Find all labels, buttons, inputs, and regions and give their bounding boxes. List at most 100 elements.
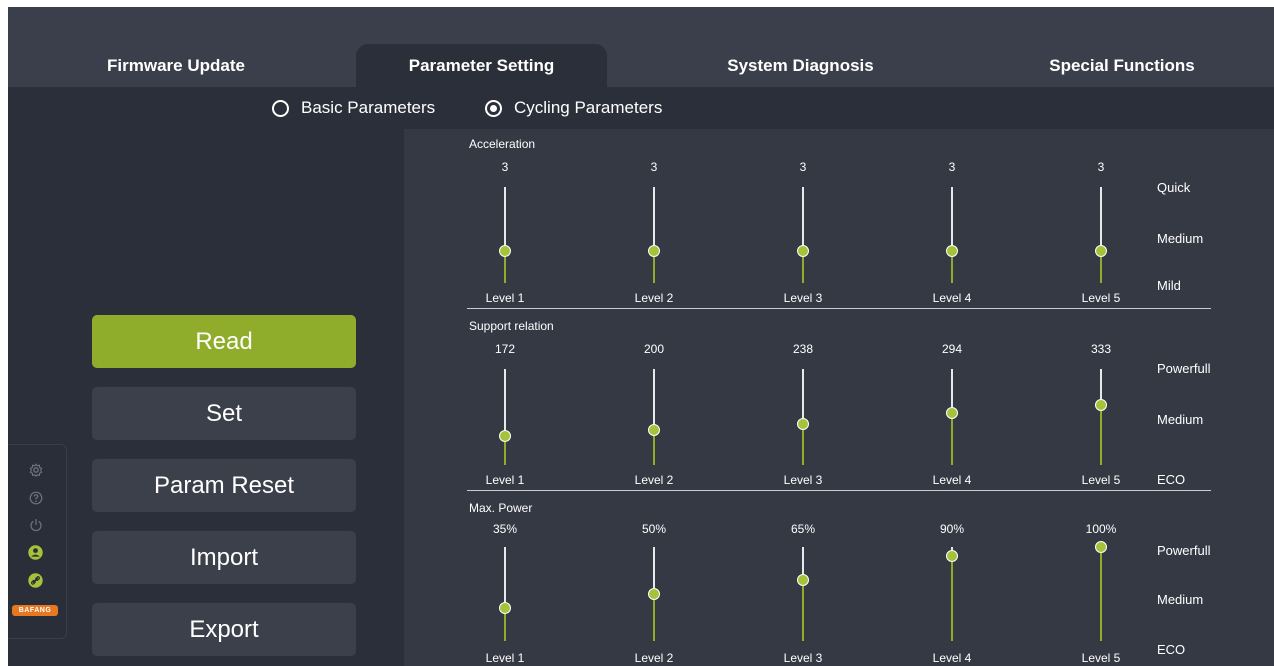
scale-label: Medium xyxy=(1157,412,1204,427)
section-title: Support relation xyxy=(469,319,554,333)
radio-unchecked-icon xyxy=(272,99,289,117)
logo-tagline xyxy=(14,619,58,623)
section-divider xyxy=(467,308,1211,309)
slider-value: 3 xyxy=(948,160,956,174)
bafang-logo: BAFANG xyxy=(12,605,58,616)
export-button[interactable]: Export xyxy=(92,603,356,656)
slider-value: 3 xyxy=(799,160,807,174)
slider-track[interactable] xyxy=(504,369,506,437)
read-button[interactable]: Read xyxy=(92,315,356,368)
mini-sidebar: BAFANG xyxy=(8,444,67,639)
slider-level-label: Level 2 xyxy=(634,651,674,665)
slider-value: 50% xyxy=(641,522,667,536)
scale-label: ECO xyxy=(1157,642,1186,657)
slider-level-label: Level 1 xyxy=(485,473,525,487)
tab-special-functions[interactable]: Special Functions xyxy=(970,44,1274,87)
slider-thumb[interactable] xyxy=(1095,399,1107,412)
slider-track[interactable] xyxy=(504,187,506,252)
slider-thumb[interactable] xyxy=(648,588,660,600)
user-icon[interactable] xyxy=(27,544,44,561)
slider-thumb[interactable] xyxy=(499,602,511,615)
slider-level-label: Level 1 xyxy=(485,291,525,305)
slider-thumb[interactable] xyxy=(946,245,958,258)
scale-label: Powerfull xyxy=(1157,543,1211,558)
set-button[interactable]: Set xyxy=(92,387,356,440)
scale-label: Medium xyxy=(1157,231,1204,246)
section-title: Acceleration xyxy=(469,137,536,151)
slider-level-label: Level 5 xyxy=(1081,291,1121,305)
slider-level-label: Level 3 xyxy=(783,651,823,665)
slider-value: 90% xyxy=(939,522,965,536)
slider-thumb[interactable] xyxy=(648,424,660,437)
slider-fill xyxy=(951,556,953,641)
slider-track[interactable] xyxy=(653,187,655,252)
slider-level-label: Level 2 xyxy=(634,291,674,305)
slider-level-label: Level 3 xyxy=(783,291,823,305)
radio-basic-parameters[interactable]: Basic Parameters xyxy=(272,87,435,129)
slider-thumb[interactable] xyxy=(1095,245,1107,258)
slider-value: 3 xyxy=(1097,160,1105,174)
slider-level-label: Level 5 xyxy=(1081,473,1121,487)
tab-firmware-update[interactable]: Firmware Update xyxy=(8,44,344,87)
param-reset-button[interactable]: Param Reset xyxy=(92,459,356,512)
slider-track[interactable] xyxy=(504,547,506,609)
slider-thumb[interactable] xyxy=(797,573,809,586)
slider-fill xyxy=(802,579,804,641)
power-icon[interactable] xyxy=(27,516,44,533)
slider-level-label: Level 2 xyxy=(634,473,674,487)
slider-fill xyxy=(1100,547,1102,641)
slider-fill xyxy=(1100,405,1102,465)
slider-track[interactable] xyxy=(802,369,804,424)
slider-value: 238 xyxy=(792,342,814,356)
slider-value: 35% xyxy=(492,522,518,536)
slider-track[interactable] xyxy=(1100,187,1102,252)
slider-thumb[interactable] xyxy=(946,407,958,420)
slider-level-label: Level 4 xyxy=(932,651,972,665)
slider-level-label: Level 4 xyxy=(932,473,972,487)
radio-cycling-parameters[interactable]: Cycling Parameters xyxy=(485,87,662,129)
slider-value: 294 xyxy=(941,342,963,356)
scale-label: ECO xyxy=(1157,472,1186,487)
slider-track[interactable] xyxy=(653,369,655,431)
scale-label: Powerfull xyxy=(1157,361,1211,376)
slider-fill xyxy=(653,594,655,641)
slider-value: 3 xyxy=(650,160,658,174)
slider-thumb[interactable] xyxy=(797,417,809,430)
radio-label: Basic Parameters xyxy=(301,98,436,117)
slider-track[interactable] xyxy=(951,187,953,252)
tab-parameter-setting[interactable]: Parameter Setting xyxy=(356,44,607,87)
link-icon[interactable] xyxy=(27,572,44,589)
import-button[interactable]: Import xyxy=(92,531,356,584)
slider-thumb[interactable] xyxy=(499,430,511,443)
slider-value: 333 xyxy=(1090,342,1112,356)
section-title: Max. Power xyxy=(469,501,533,515)
action-panel: Read Set Param Reset Import Export xyxy=(8,129,404,666)
slider-track[interactable] xyxy=(802,187,804,252)
tab-system-diagnosis[interactable]: System Diagnosis xyxy=(648,44,953,87)
slider-value: 3 xyxy=(501,160,509,174)
slider-thumb[interactable] xyxy=(797,245,809,258)
scale-label: Mild xyxy=(1157,278,1181,293)
slider-fill xyxy=(951,413,953,465)
tab-bar: Firmware Update Parameter Setting System… xyxy=(8,7,1274,87)
radio-label: Cycling Parameters xyxy=(514,98,663,117)
parameter-type-selector: Basic Parameters Cycling Parameters xyxy=(8,87,1274,129)
help-icon[interactable] xyxy=(27,489,44,506)
scale-label: Medium xyxy=(1157,592,1204,607)
slider-value: 172 xyxy=(494,342,516,356)
slider-thumb[interactable] xyxy=(1095,541,1107,553)
app-window: Firmware Update Parameter Setting System… xyxy=(8,7,1274,666)
radio-checked-icon xyxy=(485,99,502,117)
slider-track[interactable] xyxy=(653,547,655,594)
slider-thumb[interactable] xyxy=(648,245,660,258)
slider-thumb[interactable] xyxy=(946,550,958,563)
slider-fill xyxy=(802,423,804,465)
gear-icon[interactable] xyxy=(27,461,44,478)
slider-value: 200 xyxy=(643,342,665,356)
slider-level-label: Level 5 xyxy=(1081,651,1121,665)
slider-value: 100% xyxy=(1085,522,1117,536)
slider-level-label: Level 3 xyxy=(783,473,823,487)
slider-level-label: Level 1 xyxy=(485,651,525,665)
slider-thumb[interactable] xyxy=(499,245,511,258)
slider-level-label: Level 4 xyxy=(932,291,972,305)
